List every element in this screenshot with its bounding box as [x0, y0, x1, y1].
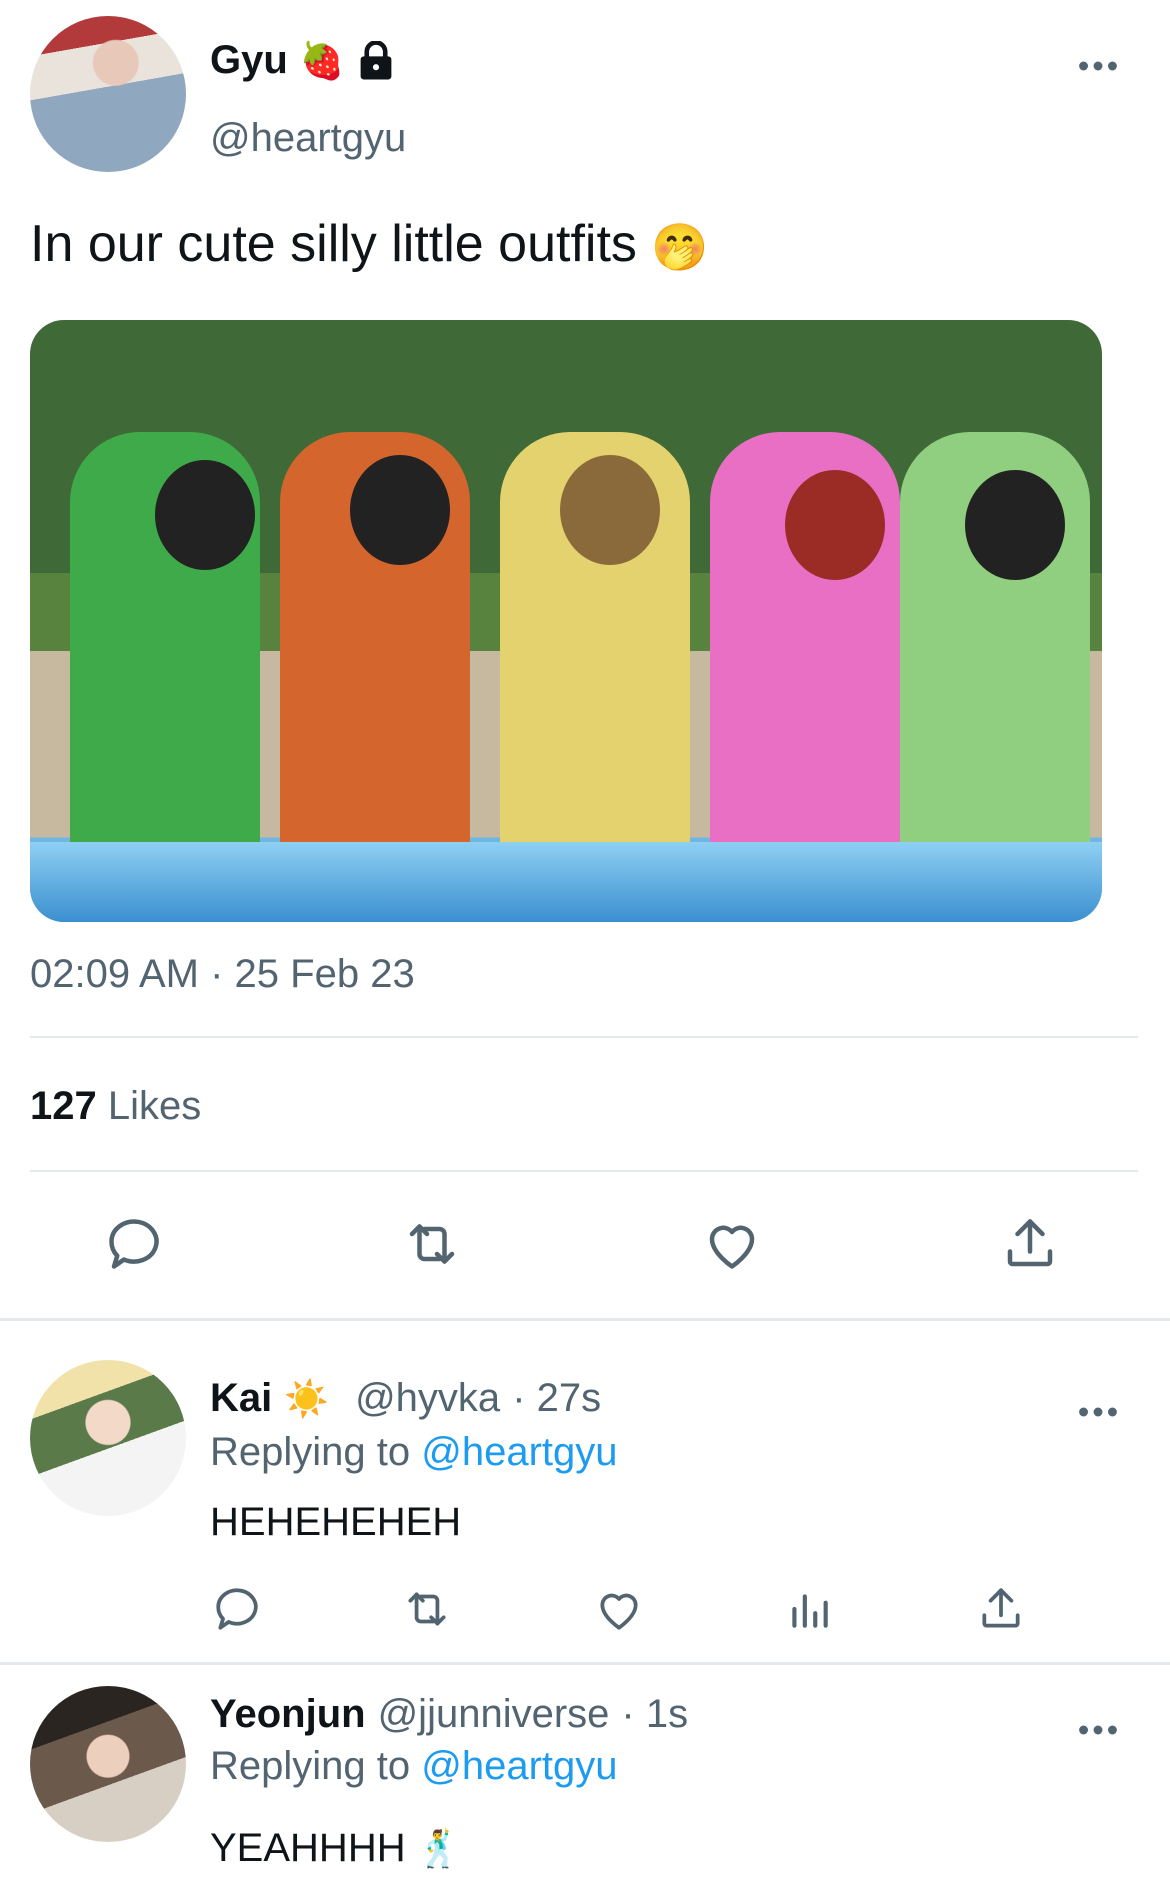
reply-text: HEHEHEHEH — [210, 1500, 462, 1544]
retweet-icon[interactable] — [402, 1584, 452, 1634]
tweet-text: In our cute silly little outfits 🤭 — [30, 214, 709, 275]
section-divider — [0, 1318, 1170, 1321]
retweet-icon[interactable] — [402, 1214, 462, 1274]
reply-author-handle[interactable]: @hyvka — [355, 1376, 500, 1421]
hand-over-mouth-emoji: 🤭 — [651, 220, 709, 273]
reply-time: · 1s — [621, 1692, 689, 1736]
author-avatar[interactable] — [30, 16, 186, 172]
reply-author-name[interactable]: Yeonjun — [210, 1692, 366, 1737]
reply-author-handle[interactable]: @jjunniverse — [378, 1692, 610, 1737]
person-hair — [560, 455, 660, 565]
divider — [30, 1170, 1138, 1172]
reply-header: Yeonjun @jjunniverse · 1s — [210, 1692, 688, 1737]
more-icon[interactable] — [1078, 1706, 1118, 1745]
author-name-row: Gyu 🍓 — [210, 38, 395, 83]
share-icon[interactable] — [1000, 1214, 1060, 1274]
strawberry-icon: 🍓 — [299, 39, 345, 81]
sun-icon: ☀️ — [284, 1377, 330, 1419]
divider — [30, 1036, 1138, 1038]
tweet-photo[interactable] — [30, 320, 1102, 922]
likes-row[interactable]: 127 Likes — [30, 1084, 201, 1129]
replying-prefix: Replying to — [210, 1430, 411, 1474]
replying-prefix: Replying to — [210, 1744, 411, 1788]
pool-water — [30, 842, 1102, 922]
replying-handle-link[interactable]: @heartgyu — [421, 1744, 617, 1788]
reply-header: Kai ☀️ @hyvka · 27s — [210, 1376, 601, 1421]
author-name[interactable]: Gyu — [210, 38, 288, 83]
person-hair — [965, 470, 1065, 580]
replying-handle-link[interactable]: @heartgyu — [421, 1430, 617, 1474]
reply-icon[interactable] — [104, 1214, 164, 1274]
reply-avatar[interactable] — [30, 1686, 186, 1842]
dancer-emoji: 🕺 — [416, 1828, 462, 1869]
share-icon[interactable] — [976, 1584, 1026, 1634]
reply-text: YEAHHHH 🕺 — [210, 1826, 462, 1871]
like-icon[interactable] — [702, 1214, 762, 1274]
person-hair — [350, 455, 450, 565]
tweet-timestamp[interactable]: 02:09 AM · 25 Feb 23 — [30, 952, 415, 997]
reply-body: YEAHHHH — [210, 1826, 406, 1870]
reply-time: · 27s — [512, 1376, 602, 1420]
reply-author-name[interactable]: Kai — [210, 1376, 272, 1421]
section-divider — [0, 1662, 1170, 1665]
lock-icon — [357, 39, 395, 81]
reply-avatar[interactable] — [30, 1360, 186, 1516]
replying-to: Replying to @heartgyu — [210, 1744, 618, 1789]
analytics-icon[interactable] — [784, 1584, 834, 1634]
person-hair — [785, 470, 885, 580]
more-icon[interactable] — [1078, 42, 1118, 81]
likes-count: 127 — [30, 1084, 97, 1128]
more-icon[interactable] — [1078, 1388, 1118, 1427]
tweet-body: In our cute silly little outfits — [30, 215, 637, 273]
replying-to: Replying to @heartgyu — [210, 1430, 618, 1475]
person-hair — [155, 460, 255, 570]
likes-label: Likes — [107, 1084, 202, 1128]
reply-icon[interactable] — [212, 1584, 262, 1634]
author-handle[interactable]: @heartgyu — [210, 116, 406, 161]
like-icon[interactable] — [594, 1584, 644, 1634]
